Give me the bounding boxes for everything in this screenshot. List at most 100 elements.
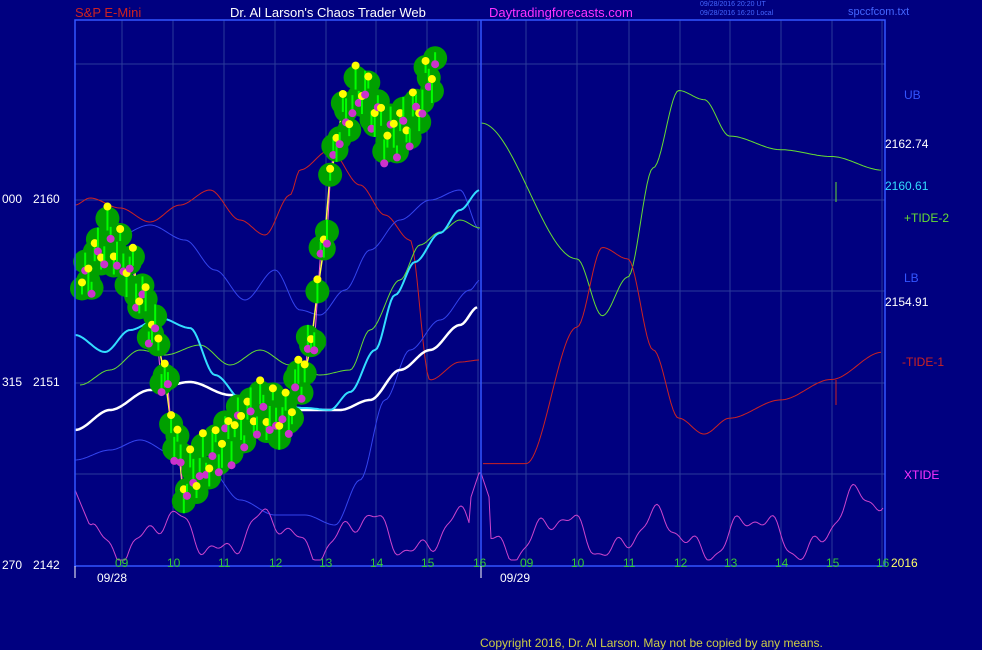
high-marker	[427, 75, 436, 84]
x-hour-d2-11: 11	[623, 556, 636, 570]
ub-label: UB	[904, 88, 921, 102]
tide1-label: -TIDE-1	[902, 355, 944, 369]
low-marker	[163, 380, 172, 389]
low-marker	[157, 388, 166, 397]
x-hour-d1-11: 11	[218, 556, 231, 570]
low-marker	[227, 461, 236, 470]
x-hour-d2-14: 14	[775, 556, 789, 570]
x-date-0929: 09/29	[500, 571, 531, 585]
x-hour-d2-09: 09	[520, 556, 534, 570]
high-marker	[281, 388, 290, 397]
low-marker	[284, 429, 293, 438]
low-marker	[431, 60, 440, 69]
ub-value: 2162.74	[885, 137, 929, 151]
x-hour-d2-13: 13	[724, 556, 738, 570]
tide2-value: 2160.61	[885, 179, 929, 193]
x-hour-d1-12: 12	[269, 556, 283, 570]
high-marker	[198, 429, 207, 438]
x-hour-d1-15: 15	[421, 556, 435, 570]
high-marker	[154, 334, 163, 343]
high-marker	[377, 103, 386, 112]
low-marker	[252, 430, 261, 439]
y-label-left-top: 000	[2, 192, 23, 206]
x-hour-d2-10: 10	[571, 556, 585, 570]
low-marker	[208, 452, 217, 461]
low-marker	[361, 90, 370, 99]
copyright-notice: Copyright 2016, Dr. Al Larson. May not b…	[480, 636, 823, 650]
x-hour-d1-14: 14	[370, 556, 384, 570]
low-marker	[151, 324, 160, 333]
site-link[interactable]: Daytradingforecasts.com	[489, 6, 633, 19]
high-marker	[268, 384, 277, 393]
high-marker	[230, 421, 239, 430]
low-marker	[214, 468, 223, 477]
low-marker	[278, 415, 287, 424]
high-marker	[300, 360, 309, 369]
low-marker	[182, 491, 191, 500]
x-hour-d1-10: 10	[167, 556, 181, 570]
high-marker	[192, 482, 201, 491]
ut-timestamp: 09/28/2016 20:20 UT	[700, 1, 766, 8]
low-marker	[392, 153, 401, 162]
price-bars	[70, 46, 448, 514]
high-marker	[116, 224, 125, 233]
low-marker	[291, 383, 300, 392]
high-marker	[237, 411, 246, 420]
low-marker	[240, 443, 249, 452]
high-marker	[338, 89, 347, 98]
x-hour-d1-09: 09	[115, 556, 129, 570]
low-marker	[100, 260, 109, 269]
x-hour-d2-12: 12	[674, 556, 688, 570]
high-marker	[326, 164, 335, 173]
y-label-price-top: 2160	[33, 192, 60, 206]
y-label-price-mid: 2151	[33, 375, 60, 389]
low-marker	[87, 289, 96, 298]
low-marker	[259, 402, 268, 411]
x-hour-d2-15: 15	[826, 556, 840, 570]
high-marker	[78, 278, 86, 287]
instrument-label: S&P E-Mini	[75, 5, 142, 20]
low-marker	[125, 264, 134, 273]
high-marker	[383, 131, 392, 140]
x-date-0928: 09/28	[97, 571, 128, 585]
high-marker	[421, 56, 430, 65]
chart-canvas	[70, 19, 886, 578]
high-marker	[173, 425, 182, 434]
y-label-left-mid: 315	[2, 375, 23, 389]
high-marker	[313, 275, 322, 284]
high-marker	[141, 283, 150, 292]
high-marker	[135, 297, 144, 306]
high-marker	[103, 202, 112, 211]
low-marker	[380, 159, 389, 168]
high-marker	[287, 408, 296, 417]
low-marker	[405, 142, 414, 151]
xtide-label: XTIDE	[904, 468, 940, 482]
tide2-forecast-line	[480, 90, 882, 317]
low-marker	[335, 140, 344, 149]
x-hour-d1-16: 16	[473, 556, 487, 570]
low-marker	[112, 261, 121, 270]
high-marker	[351, 61, 360, 70]
high-marker	[186, 445, 195, 454]
y-label-left-bottom: 270	[2, 558, 23, 572]
x-hour-d2-16: 16	[876, 556, 890, 570]
low-marker	[310, 346, 319, 355]
low-marker	[348, 109, 357, 118]
lb-label: LB	[904, 271, 919, 285]
high-marker	[128, 243, 137, 252]
lb-value: 2154.91	[885, 295, 929, 309]
low-marker	[106, 234, 115, 243]
tide1-forecast-line	[483, 247, 882, 465]
high-marker	[211, 426, 220, 435]
low-marker	[418, 109, 427, 118]
high-marker	[389, 119, 398, 128]
author-title: Dr. Al Larson's Chaos Trader Web	[230, 5, 426, 20]
x-hour-d1-13: 13	[319, 556, 333, 570]
high-marker	[364, 72, 373, 81]
data-filename: spccfcom.txt	[848, 6, 910, 18]
high-marker	[84, 264, 93, 273]
high-marker	[167, 411, 176, 420]
tide2-label: +TIDE-2	[904, 211, 950, 225]
high-marker	[345, 120, 354, 129]
low-marker	[322, 239, 331, 248]
